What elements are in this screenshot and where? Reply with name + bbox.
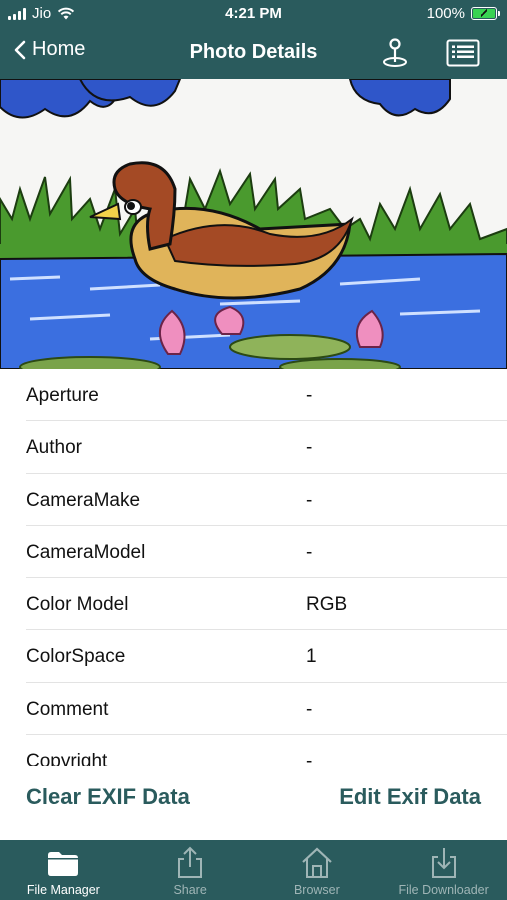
edit-exif-button[interactable]: Edit Exif Data: [339, 784, 481, 810]
detail-value: -: [306, 698, 313, 720]
list-button[interactable]: [446, 39, 480, 67]
detail-key: ColorSpace: [26, 646, 126, 668]
battery-icon: [471, 7, 500, 20]
list-item: CameraModel -: [26, 526, 507, 579]
detail-value: -: [306, 751, 313, 766]
tab-file-downloader[interactable]: File Downloader: [380, 840, 507, 900]
back-label: Home: [32, 38, 86, 60]
list-item: Comment -: [26, 683, 507, 736]
detail-key: Color Model: [26, 594, 129, 616]
detail-key: CameraModel: [26, 541, 146, 563]
list-icon: [446, 39, 480, 67]
folder-icon: [48, 852, 79, 876]
list-item: Copyright -: [26, 735, 507, 766]
exif-details-list[interactable]: Aperture - Author - CameraMake - CameraM…: [0, 369, 507, 766]
map-pin-icon: [383, 38, 407, 67]
list-item: Color Model RGB: [26, 578, 507, 631]
detail-value: -: [306, 541, 313, 563]
list-item: ColorSpace 1: [26, 630, 507, 683]
download-icon: [431, 848, 456, 878]
status-bar: Jio 4:21 PM 100%: [0, 0, 507, 28]
detail-value: RGB: [306, 594, 348, 616]
detail-key: Comment: [26, 698, 109, 720]
photo-preview[interactable]: [0, 79, 507, 369]
duck-drawing-image: [0, 79, 507, 369]
detail-value: -: [306, 385, 313, 406]
tab-bar: File Manager Share Browser File Download…: [0, 840, 507, 900]
list-item: CameraMake -: [26, 474, 507, 526]
header: Jio 4:21 PM 100% Home Photo Details: [0, 0, 507, 79]
share-icon: [178, 846, 203, 878]
tab-label: File Manager: [26, 883, 100, 897]
list-item: Author -: [26, 421, 507, 474]
detail-value: -: [306, 489, 313, 511]
detail-key: Aperture: [26, 385, 99, 406]
back-button[interactable]: Home: [14, 38, 85, 61]
detail-key: Copyright: [26, 751, 108, 766]
detail-key: Author: [26, 437, 82, 459]
tab-browser[interactable]: Browser: [254, 840, 381, 900]
list-item: Aperture -: [26, 369, 507, 422]
tab-label: Browser: [293, 883, 340, 897]
chevron-left-icon: [14, 40, 26, 59]
nav-bar: Home Photo Details: [0, 28, 507, 79]
home-icon: [302, 847, 332, 878]
tab-file-manager[interactable]: File Manager: [0, 840, 127, 900]
tab-share[interactable]: Share: [127, 840, 254, 900]
battery-percent: 100%: [426, 5, 465, 22]
detail-key: CameraMake: [26, 489, 141, 511]
detail-value: 1: [306, 646, 317, 668]
clear-exif-button[interactable]: Clear EXIF Data: [26, 784, 190, 810]
action-bar: Clear EXIF Data Edit Exif Data: [0, 766, 507, 840]
location-button[interactable]: [380, 37, 410, 69]
tab-label: Share: [173, 883, 207, 897]
tab-label: File Downloader: [398, 883, 489, 897]
detail-value: -: [306, 437, 313, 459]
